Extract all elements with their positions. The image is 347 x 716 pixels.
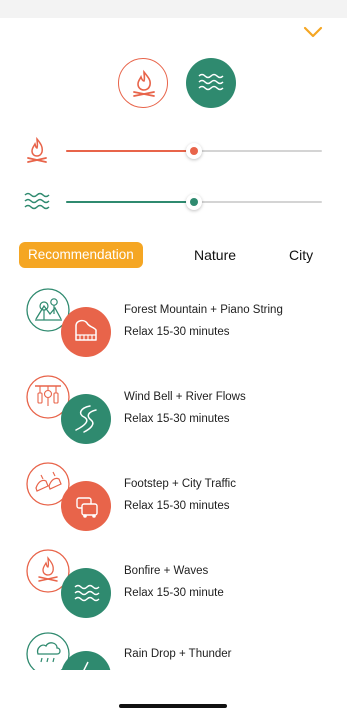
item-title: Rain Drop + Thunder — [124, 648, 232, 660]
item-title: Forest Mountain + Piano String — [124, 304, 283, 316]
waves-volume-thumb[interactable] — [186, 194, 202, 210]
waves-icon — [61, 568, 111, 618]
list-item[interactable]: Footstep + City Traffic Relax 15-30 minu… — [0, 460, 347, 546]
chevron-down-icon — [303, 26, 323, 38]
list-item[interactable]: Forest Mountain + Piano String Relax 15-… — [0, 286, 347, 372]
item-subtitle: Relax 15-30 minutes — [124, 413, 230, 425]
list-item[interactable]: Wind Bell + River Flows Relax 15-30 minu… — [0, 373, 347, 459]
item-title: Bonfire + Waves — [124, 565, 209, 577]
bonfire-icon — [133, 69, 155, 97]
waves-sound-button[interactable] — [186, 58, 236, 108]
waves-icon — [24, 192, 50, 210]
bonfire-volume-row — [0, 137, 347, 165]
item-subtitle: Relax 15-30 minute — [124, 587, 224, 599]
bonfire-icon — [27, 137, 47, 163]
tab-recommendation[interactable]: Recommendation — [19, 242, 143, 268]
recommendation-list: Forest Mountain + Piano String Relax 15-… — [0, 286, 347, 670]
waves-volume-row — [0, 188, 347, 216]
category-tabs: Recommendation Nature City — [0, 242, 347, 270]
river-icon — [61, 394, 111, 444]
tab-nature[interactable]: Nature — [194, 242, 236, 268]
status-bar — [0, 0, 347, 18]
waves-volume-slider[interactable] — [66, 194, 322, 210]
waves-icon — [198, 73, 224, 91]
collapse-button[interactable] — [300, 22, 326, 42]
bonfire-volume-fill — [66, 150, 194, 152]
bonfire-volume-thumb[interactable] — [186, 143, 202, 159]
home-indicator — [119, 704, 227, 708]
piano-icon — [61, 307, 111, 357]
bonfire-sound-button[interactable] — [118, 58, 168, 108]
item-subtitle: Relax 15-30 minutes — [124, 500, 230, 512]
traffic-icon — [61, 481, 111, 531]
list-item[interactable]: Rain Drop + Thunder — [0, 630, 347, 670]
list-item[interactable]: Bonfire + Waves Relax 15-30 minute — [0, 547, 347, 633]
item-title: Wind Bell + River Flows — [124, 391, 246, 403]
tab-city[interactable]: City — [289, 242, 313, 268]
rain-drop-icon — [26, 632, 70, 670]
waves-volume-fill — [66, 201, 194, 203]
bonfire-volume-slider[interactable] — [66, 143, 322, 159]
item-subtitle: Relax 15-30 minutes — [124, 326, 230, 338]
item-title: Footstep + City Traffic — [124, 478, 236, 490]
